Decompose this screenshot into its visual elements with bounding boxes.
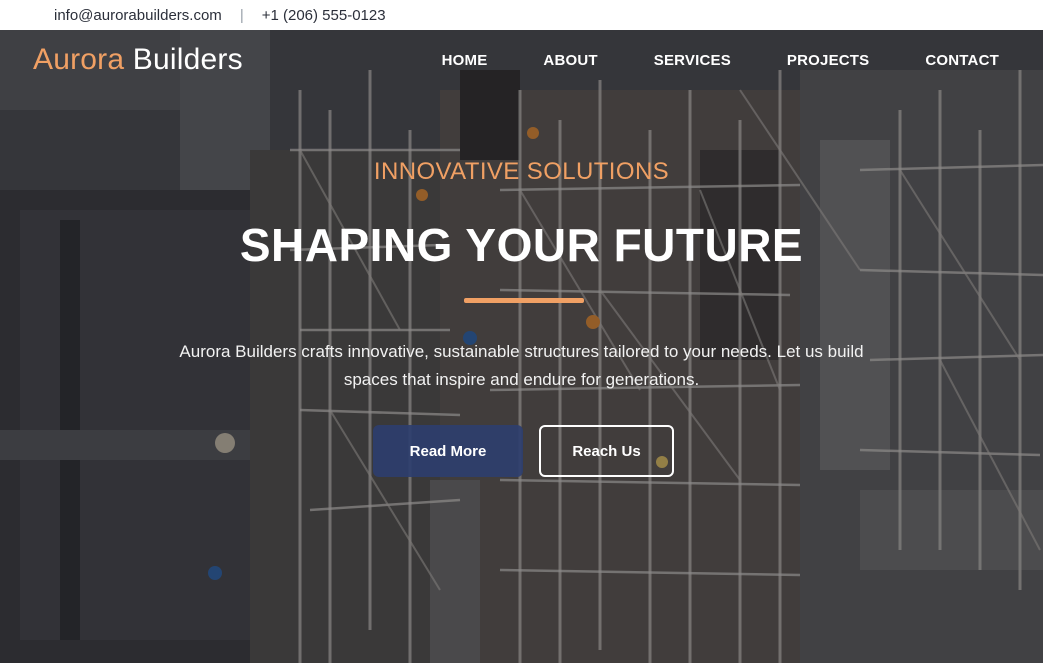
contact-separator: | — [239, 6, 244, 24]
headline-underline — [464, 298, 584, 303]
hero-eyebrow: INNOVATIVE SOLUTIONS — [373, 158, 670, 185]
hero-description: Aurora Builders crafts innovative, susta… — [179, 342, 864, 389]
hero-section: Aurora Builders HOME ABOUT SERVICES PROJ… — [0, 30, 1043, 663]
contact-email[interactable]: info@aurorabuilders.com — [54, 7, 222, 24]
top-contact-bar: info@aurorabuilders.com | +1 (206) 555-0… — [0, 0, 1043, 30]
hero-content: INNOVATIVE SOLUTIONS SHAPING YOUR FUTURE… — [0, 30, 1043, 663]
reach-us-button[interactable]: Reach Us — [539, 425, 674, 477]
contact-phone[interactable]: +1 (206) 555-0123 — [262, 7, 386, 24]
hero-headline: SHAPING YOUR FUTURE — [239, 219, 804, 271]
read-more-button[interactable]: Read More — [373, 425, 523, 477]
